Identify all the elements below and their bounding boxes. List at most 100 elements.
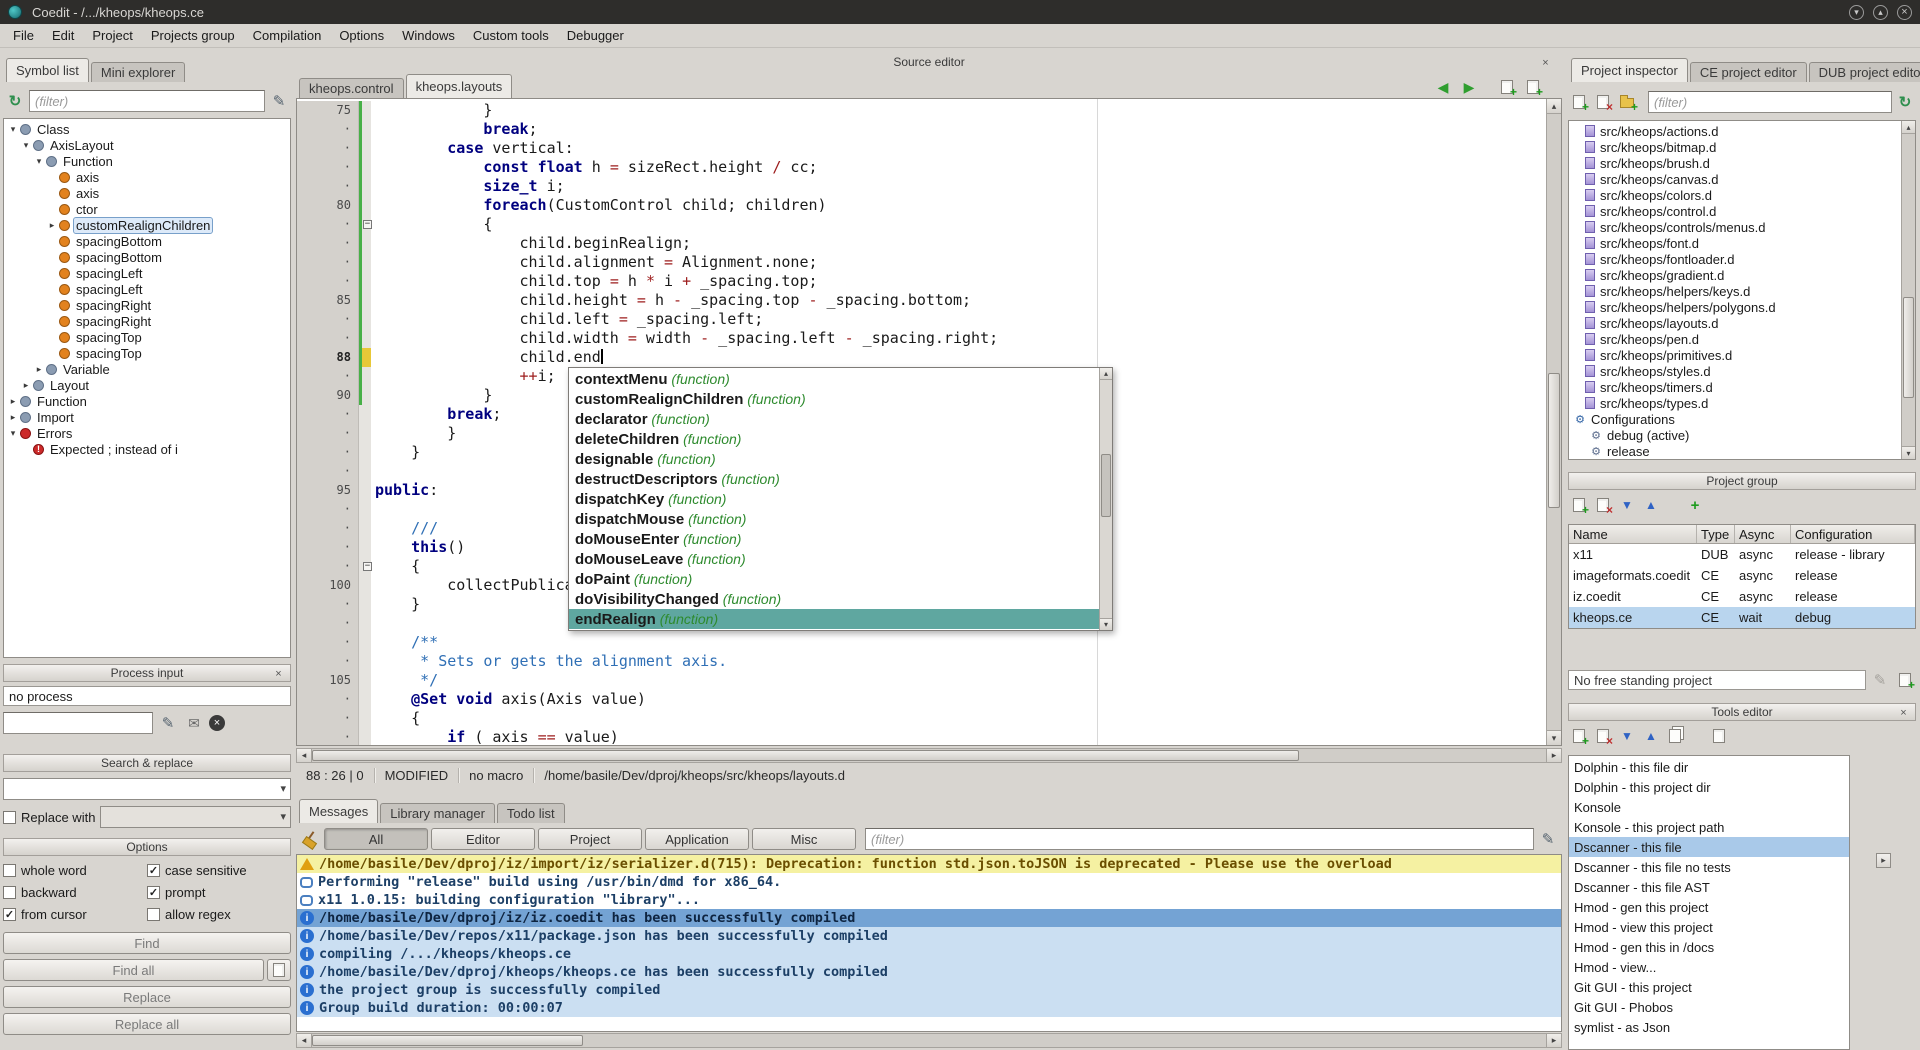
- symbol-tree-item[interactable]: ▾AxisLayout: [4, 137, 290, 153]
- tool-item[interactable]: Dolphin - this file dir: [1569, 757, 1849, 777]
- inspector-vscrollbar[interactable]: ▴ ▾: [1901, 121, 1915, 459]
- code-text[interactable]: [371, 614, 375, 633]
- add-project-icon[interactable]: [1568, 494, 1590, 516]
- code-line[interactable]: 80 foreach(CustomControl child; children…: [297, 196, 1546, 215]
- option-whole-word[interactable]: whole word: [3, 862, 147, 878]
- column-header-name[interactable]: Name: [1569, 525, 1697, 543]
- add-folder-icon[interactable]: [1616, 91, 1638, 113]
- line-number[interactable]: 95: [297, 481, 359, 500]
- code-line[interactable]: · child.top = h * i + _spacing.top;: [297, 272, 1546, 291]
- code-text[interactable]: /**: [371, 633, 438, 652]
- completion-item[interactable]: doPaint (function): [569, 569, 1099, 589]
- tool-item[interactable]: Konsole: [1569, 797, 1849, 817]
- add-free-project-icon[interactable]: [1894, 669, 1916, 691]
- symbol-tree-item[interactable]: ▸Import: [4, 409, 290, 425]
- scroll-left-icon[interactable]: [297, 1034, 312, 1047]
- configuration-item[interactable]: ⚙debug (active): [1569, 427, 1901, 443]
- maximize-button[interactable]: [1873, 5, 1888, 20]
- project-file-item[interactable]: src/kheops/controls/menus.d: [1569, 219, 1901, 235]
- tab-mini-explorer[interactable]: Mini explorer: [91, 62, 185, 82]
- line-number[interactable]: ·: [297, 557, 359, 576]
- code-editor[interactable]: 75 }· break;· case vertical:· const floa…: [296, 98, 1562, 746]
- checkbox-allow-regex[interactable]: [147, 908, 160, 921]
- scroll-thumb[interactable]: [312, 1035, 583, 1046]
- close-icon[interactable]: [1539, 56, 1552, 69]
- expander-icon[interactable]: ▸: [7, 412, 19, 423]
- export-matches-button[interactable]: [267, 959, 291, 981]
- code-text[interactable]: child.width = width - _spacing.left - _s…: [371, 329, 998, 348]
- line-number[interactable]: ·: [297, 177, 359, 196]
- project-group-row[interactable]: iz.coeditCEasyncrelease: [1569, 586, 1915, 607]
- filter-edit-icon[interactable]: [268, 90, 290, 112]
- expander-icon[interactable]: ▾: [7, 428, 19, 439]
- inspector-filter-input[interactable]: [1648, 91, 1892, 113]
- close-icon[interactable]: [272, 667, 285, 680]
- completion-item[interactable]: deleteChildren (function): [569, 429, 1099, 449]
- column-header-configuration[interactable]: Configuration: [1791, 525, 1915, 543]
- project-file-item[interactable]: src/kheops/gradient.d: [1569, 267, 1901, 283]
- clear-messages-icon[interactable]: [299, 828, 321, 850]
- code-text[interactable]: {: [371, 215, 492, 234]
- code-text[interactable]: {: [371, 557, 420, 576]
- find-button[interactable]: Find: [3, 932, 291, 954]
- minimize-button[interactable]: [1849, 5, 1864, 20]
- line-number[interactable]: 105: [297, 671, 359, 690]
- code-text[interactable]: }: [371, 443, 420, 462]
- line-number[interactable]: ·: [297, 519, 359, 538]
- symbol-tree-item[interactable]: spacingBottom: [4, 249, 290, 265]
- completion-item[interactable]: customRealignChildren (function): [569, 389, 1099, 409]
- code-line[interactable]: · {: [297, 709, 1546, 728]
- fold-collapse-icon[interactable]: −: [363, 220, 372, 229]
- code-text[interactable]: collectPublica: [371, 576, 574, 595]
- code-text[interactable]: {: [371, 709, 420, 728]
- add-module-icon[interactable]: [1522, 76, 1544, 98]
- column-header-async[interactable]: Async: [1735, 525, 1791, 543]
- code-text[interactable]: }: [371, 386, 492, 405]
- message-row[interactable]: icompiling /.../kheops/kheops.ce: [297, 945, 1561, 963]
- project-file-item[interactable]: src/kheops/primitives.d: [1569, 347, 1901, 363]
- completion-scrollbar[interactable]: ▴ ▾: [1099, 368, 1112, 630]
- symbol-filter-input[interactable]: [29, 90, 265, 112]
- code-line[interactable]: · size_t i;: [297, 177, 1546, 196]
- project-file-item[interactable]: src/kheops/bitmap.d: [1569, 139, 1901, 155]
- symbol-tree-item[interactable]: ▸customRealignChildren: [4, 217, 290, 233]
- code-line[interactable]: · child.left = _spacing.left;: [297, 310, 1546, 329]
- project-file-item[interactable]: src/kheops/types.d: [1569, 395, 1901, 411]
- code-line[interactable]: · child.alignment = Alignment.none;: [297, 253, 1546, 272]
- code-line[interactable]: · * Sets or gets the alignment axis.: [297, 652, 1546, 671]
- messages-filter-misc[interactable]: Misc: [752, 828, 856, 850]
- code-line[interactable]: 105 */: [297, 671, 1546, 690]
- move-tool-up-icon[interactable]: [1640, 725, 1662, 747]
- project-file-item[interactable]: src/kheops/styles.d: [1569, 363, 1901, 379]
- scroll-up-icon[interactable]: [1547, 99, 1561, 114]
- tab-symbol-list[interactable]: Symbol list: [6, 58, 89, 82]
- add-file-icon[interactable]: [1568, 91, 1590, 113]
- messages-filter-editor[interactable]: Editor: [431, 828, 535, 850]
- line-number[interactable]: ·: [297, 595, 359, 614]
- symbol-tree-item[interactable]: !Expected ; instead of i: [4, 441, 290, 457]
- code-text[interactable]: ++i;: [371, 367, 556, 386]
- code-line[interactable]: · child.width = width - _spacing.left - …: [297, 329, 1546, 348]
- line-number[interactable]: 75: [297, 101, 359, 120]
- tool-item[interactable]: Hmod - gen this in /docs: [1569, 937, 1849, 957]
- code-line[interactable]: · @Set void axis(Axis value): [297, 690, 1546, 709]
- line-number[interactable]: ·: [297, 728, 359, 746]
- menu-compilation[interactable]: Compilation: [244, 25, 331, 47]
- project-file-item[interactable]: src/kheops/pen.d: [1569, 331, 1901, 347]
- clone-tool-icon[interactable]: [1664, 725, 1686, 747]
- messages-hscrollbar[interactable]: [296, 1033, 1562, 1048]
- code-line[interactable]: 85 child.height = h - _spacing.top - _sp…: [297, 291, 1546, 310]
- code-text[interactable]: child.alignment = Alignment.none;: [371, 253, 818, 272]
- code-text[interactable]: foreach(CustomControl child; children): [371, 196, 827, 215]
- message-row[interactable]: i/home/basile/Dev/dproj/iz/iz.coedit has…: [297, 909, 1561, 927]
- code-text[interactable]: child.height = h - _spacing.top - _spaci…: [371, 291, 971, 310]
- messages-filter-input[interactable]: [865, 828, 1534, 850]
- line-number[interactable]: ·: [297, 329, 359, 348]
- message-row[interactable]: ithe project group is successfully compi…: [297, 981, 1561, 999]
- completion-item[interactable]: designable (function): [569, 449, 1099, 469]
- menu-options[interactable]: Options: [330, 25, 393, 47]
- symbol-tree-item[interactable]: spacingRight: [4, 313, 290, 329]
- checkbox-prompt[interactable]: [147, 886, 160, 899]
- replace-with-checkbox[interactable]: [3, 811, 16, 824]
- symbol-tree-item[interactable]: axis: [4, 185, 290, 201]
